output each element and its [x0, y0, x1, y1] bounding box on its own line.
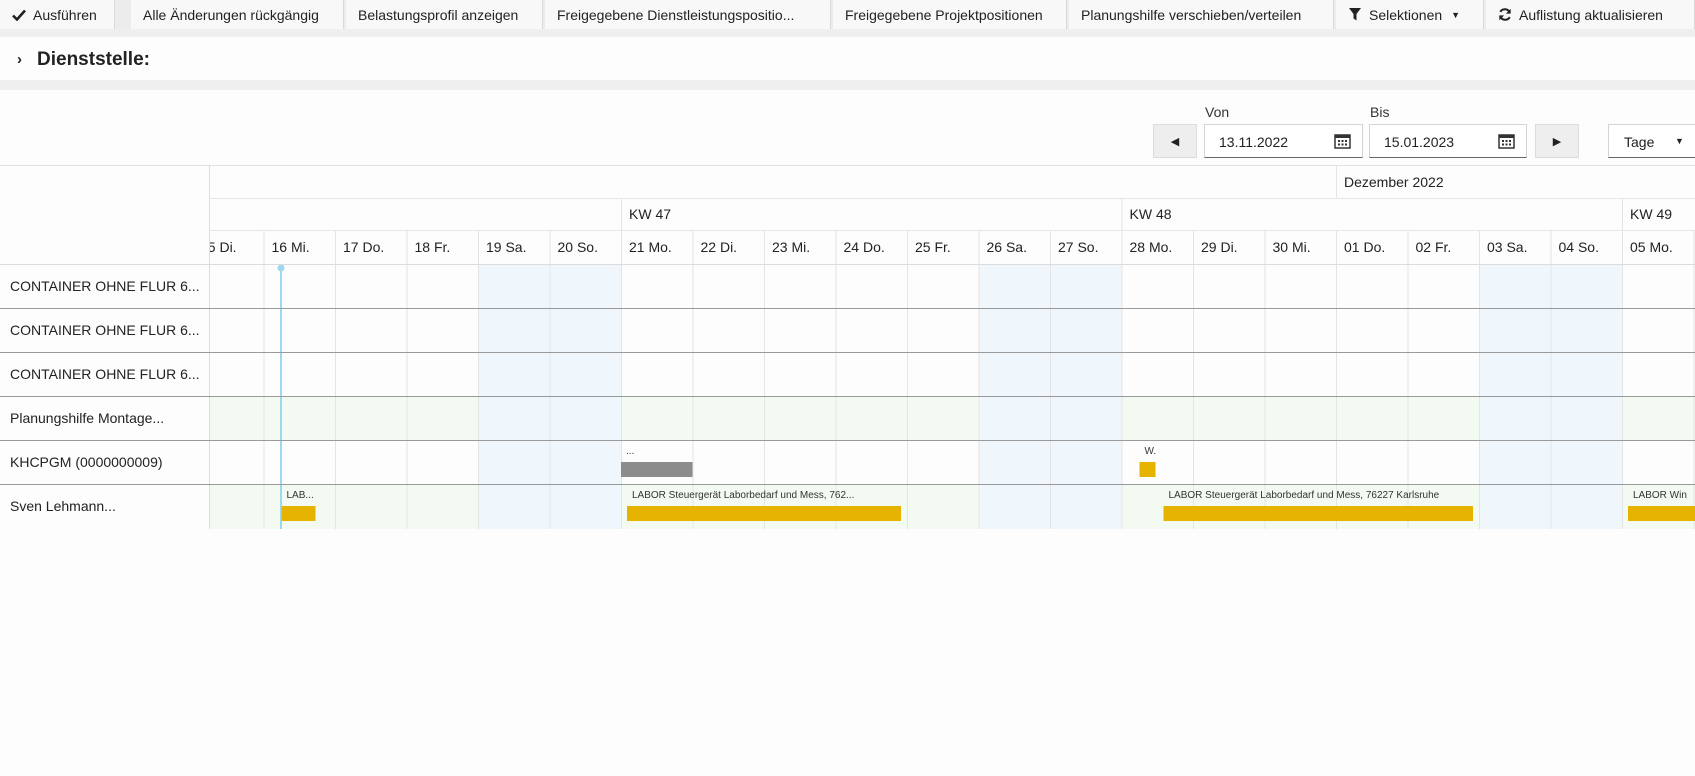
check-icon: [12, 8, 26, 22]
calendar-icon[interactable]: [1334, 133, 1351, 149]
gantt-bar-label: LABOR Steuergerät Laborbedarf und Mess, …: [632, 490, 854, 501]
gantt-bar-label: LABOR Steuergerät Laborbedarf und Mess, …: [1169, 490, 1440, 501]
day-label: 23 Mi.: [772, 239, 810, 255]
gantt-bar-label: W.: [1145, 446, 1157, 457]
day-label: 17 Do.: [343, 239, 384, 255]
timeline-area: Dezember 2022 KW 47 KW 48 KW 49 15 Di. 16 Mi.…: [200, 165, 1695, 529]
execute-button-label: Ausführen: [33, 6, 97, 23]
row-label[interactable]: Sven Lehmann...: [10, 498, 116, 514]
department-section: › Dienststelle:: [0, 37, 1695, 80]
day-label: 20 So.: [558, 239, 598, 255]
to-date-input[interactable]: 15.01.2023: [1369, 124, 1527, 158]
selections-label: Selektionen: [1369, 6, 1443, 23]
gantt-bar: [621, 462, 693, 477]
day-label: 26 Sa.: [987, 239, 1027, 255]
gantt-chart: Dezember 2022 KW 47 KW 48 KW 49 15 Di. 16 Mi.…: [0, 165, 1695, 530]
day-label: 30 Mi.: [1273, 239, 1311, 255]
day-label: 24 Do.: [844, 239, 885, 255]
gantt-bar: [627, 506, 901, 521]
scale-select[interactable]: Tage ▼: [1608, 124, 1695, 158]
undo-all-button-label: Alle Änderungen rückgängig: [143, 6, 319, 23]
week-label: KW 47: [629, 206, 671, 222]
selections-dropdown[interactable]: Selektionen ▼: [1336, 0, 1484, 29]
scale-value: Tage: [1624, 134, 1655, 150]
load-profile-button[interactable]: Belastungsprofil anzeigen: [346, 0, 543, 29]
day-label: 29 Di.: [1201, 239, 1238, 255]
row-label[interactable]: KHCPGM (0000000009): [10, 454, 163, 470]
day-label: 02 Fr.: [1416, 239, 1452, 255]
week-label: KW 48: [1130, 206, 1172, 222]
row-label[interactable]: CONTAINER OHNE FLUR 6...: [10, 278, 200, 294]
refresh-icon: [1498, 8, 1512, 22]
refresh-list-button[interactable]: Auflistung aktualisieren: [1486, 0, 1695, 29]
next-period-button[interactable]: ▶: [1535, 124, 1579, 158]
released-service-positions-button[interactable]: Freigegebene Dienstleistungspositio...: [545, 0, 831, 29]
gantt-bar-label: LAB...: [287, 490, 314, 501]
day-label: 18 Fr.: [415, 239, 451, 255]
highlight-row: [210, 397, 1695, 441]
day-label: 15 Di.: [200, 239, 237, 255]
calendar-icon[interactable]: [1498, 133, 1515, 149]
gantt-bar: [1139, 462, 1156, 477]
day-label: 04 So.: [1559, 239, 1599, 255]
day-label: 28 Mo.: [1130, 239, 1173, 255]
department-title: Dienststelle:: [37, 49, 150, 70]
gantt-bar-label: LABOR Win: [1633, 490, 1687, 501]
chevron-down-icon: ▼: [1451, 9, 1461, 20]
planning-aid-move-button[interactable]: Planungshilfe verschieben/verteilen: [1069, 0, 1334, 29]
load-profile-button-label: Belastungsprofil anzeigen: [358, 6, 519, 23]
day-label: 21 Mo.: [629, 239, 672, 255]
refresh-list-label: Auflistung aktualisieren: [1519, 6, 1663, 23]
day-label: 19 Sa.: [486, 239, 526, 255]
day-label: 27 So.: [1058, 239, 1098, 255]
chevron-down-icon: ▼: [1675, 136, 1684, 146]
gantt-bar: [1628, 506, 1695, 521]
execute-button[interactable]: Ausführen: [0, 0, 115, 29]
separator: [0, 29, 1695, 37]
row-label[interactable]: CONTAINER OHNE FLUR 6...: [10, 366, 200, 382]
day-label: 01 Do.: [1344, 239, 1385, 255]
released-project-positions-label: Freigegebene Projektpositionen: [845, 6, 1043, 23]
gantt-bar: [281, 506, 316, 521]
row-label[interactable]: Planungshilfe Montage...: [10, 410, 164, 426]
caret-left-icon: ◀: [1170, 135, 1180, 148]
undo-all-button[interactable]: Alle Änderungen rückgängig: [131, 0, 344, 29]
gantt-bar: [1163, 506, 1473, 521]
month-label: Dezember 2022: [1344, 174, 1444, 190]
released-service-positions-label: Freigegebene Dienstleistungspositio...: [557, 6, 795, 23]
chevron-right-icon[interactable]: ›: [17, 51, 22, 68]
from-label: Von: [1205, 104, 1230, 120]
to-label: Bis: [1370, 104, 1390, 120]
day-label: 25 Fr.: [915, 239, 951, 255]
day-label: 22 Di.: [701, 239, 738, 255]
week-label: KW 49: [1630, 206, 1672, 222]
separator: [0, 80, 1695, 90]
to-date-value: 15.01.2023: [1384, 134, 1455, 150]
gantt-svg: Dezember 2022 KW 47 KW 48 KW 49 15 Di. 16 Mi.…: [0, 165, 1695, 529]
from-date-value: 13.11.2022: [1219, 134, 1289, 150]
day-label: 05 Mo.: [1630, 239, 1673, 255]
today-marker: [277, 264, 285, 272]
from-date-input[interactable]: 13.11.2022: [1204, 124, 1363, 158]
previous-period-button[interactable]: ◀: [1153, 124, 1197, 158]
planning-aid-move-label: Planungshilfe verschieben/verteilen: [1081, 6, 1302, 23]
day-label: 16 Mi.: [272, 239, 310, 255]
caret-right-icon: ▶: [1552, 135, 1562, 148]
filter-icon: [1348, 8, 1362, 22]
toolbar: Ausführen Alle Änderungen rückgängig Bel…: [0, 0, 1695, 29]
row-label[interactable]: CONTAINER OHNE FLUR 6...: [10, 322, 200, 338]
day-label: 03 Sa.: [1487, 239, 1527, 255]
gantt-bar-label: ...: [626, 446, 634, 457]
released-project-positions-button[interactable]: Freigegebene Projektpositionen: [833, 0, 1067, 29]
